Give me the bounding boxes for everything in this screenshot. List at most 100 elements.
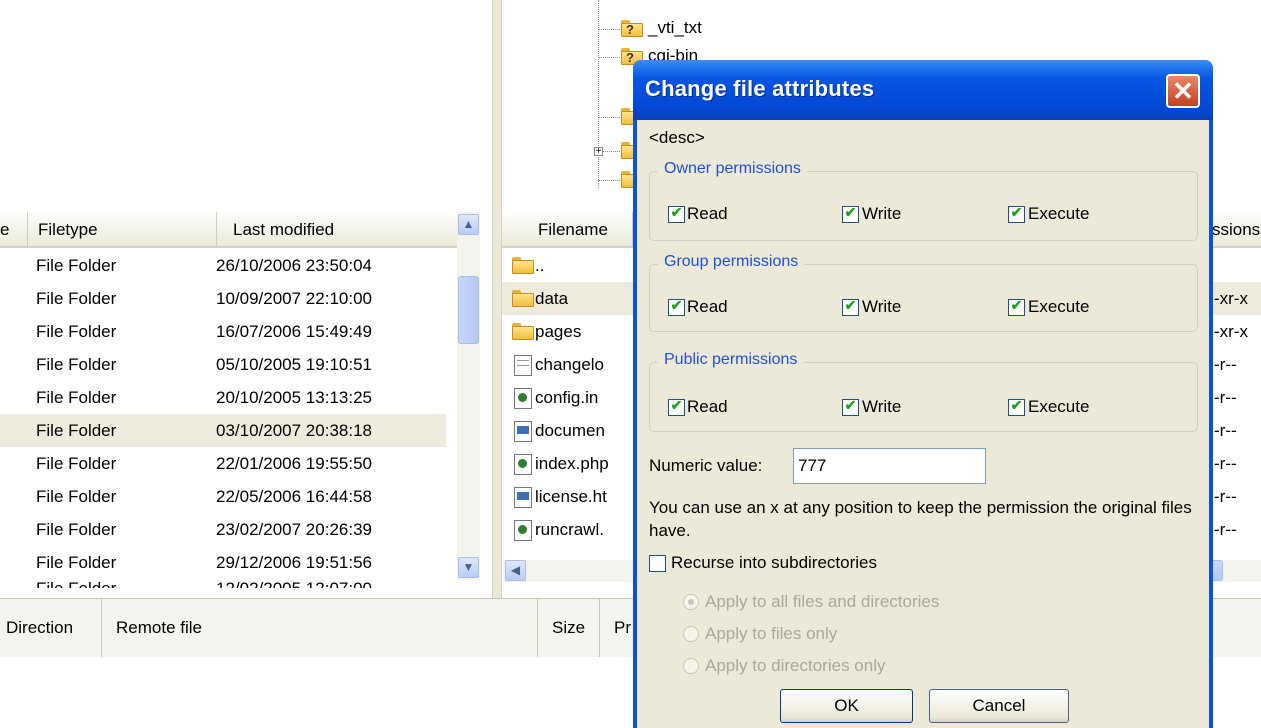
checkbox-label: Write <box>862 204 902 223</box>
permissions-cell: -xr-x <box>1214 289 1248 308</box>
modified-cell: 12/02/2005 12:07:00 <box>216 574 372 588</box>
check-icon: ✔ <box>844 397 857 413</box>
numeric-value-input[interactable]: 777 <box>793 448 986 484</box>
dialog-titlebar[interactable]: Change file attributes ✕ <box>633 60 1213 120</box>
column-header-filetype[interactable]: Filetype <box>28 212 217 246</box>
filetype-cell: File Folder <box>36 487 117 506</box>
column-header-direction[interactable]: Direction <box>0 599 102 657</box>
modified-cell: 22/05/2006 16:44:58 <box>216 487 372 506</box>
tree-line <box>598 29 620 30</box>
cancel-button[interactable]: Cancel <box>929 689 1069 723</box>
modified-cell: 03/10/2007 20:38:18 <box>216 421 372 440</box>
tree-item[interactable]: _vti_txt <box>648 18 702 38</box>
apply-files-radio[interactable] <box>683 626 699 642</box>
list-item[interactable]: File Folder 05/10/2005 19:10:51 <box>0 348 457 381</box>
list-item[interactable]: File Folder 16/07/2006 15:49:49 <box>0 315 457 348</box>
permissions-cell: -r-- <box>1214 487 1237 506</box>
modified-cell: 23/02/2007 20:26:39 <box>216 520 372 539</box>
dialog-title: Change file attributes <box>645 76 875 101</box>
pane-splitter[interactable] <box>492 0 502 598</box>
group-permissions-group: Group permissions ✔ Read ✔ Write ✔ Execu… <box>649 253 1198 332</box>
list-item[interactable]: File Folder 23/02/2007 20:26:39 <box>0 513 457 546</box>
filename-cell: .. <box>535 256 545 275</box>
group-label: Group permissions <box>658 253 805 271</box>
recurse-checkbox[interactable] <box>649 555 666 572</box>
column-header-permissions[interactable]: ssions <box>1206 212 1261 246</box>
filetype-cell: File Folder <box>36 355 117 374</box>
dialog-description: <desc> <box>649 128 705 147</box>
group-execute-checkbox[interactable]: ✔ <box>1008 297 1025 316</box>
permissions-cell: -r-- <box>1214 520 1237 539</box>
filename-cell: changelo <box>535 355 605 374</box>
apply-dirs-radio[interactable] <box>683 658 699 674</box>
permissions-cell: -r-- <box>1214 355 1237 374</box>
tree-line <box>598 117 620 118</box>
check-icon: ✔ <box>844 204 857 220</box>
filetype-cell: File Folder <box>36 574 116 588</box>
column-header-filename[interactable]: Filename <box>502 212 633 246</box>
filename-cell: data <box>535 289 569 308</box>
scroll-thumb[interactable] <box>458 276 479 344</box>
filetype-cell: File Folder <box>36 322 117 341</box>
tree-item[interactable]: cgi-bin <box>648 46 698 60</box>
checkbox-label: Execute <box>1028 204 1090 223</box>
public-write-checkbox[interactable]: ✔ <box>842 397 859 416</box>
checkbox-label: Execute <box>1028 297 1090 316</box>
checkbox-label: Write <box>862 397 902 416</box>
public-permissions-group: Public permissions ✔ Read ✔ Write ✔ Exec… <box>649 351 1198 432</box>
list-item[interactable]: File Folder 26/10/2006 23:50:04 <box>0 249 457 282</box>
check-icon: ✔ <box>670 297 683 313</box>
scroll-down-icon[interactable]: ▼ <box>458 557 479 578</box>
permissions-cell: -r-- <box>1214 388 1237 407</box>
php-file-icon <box>514 388 532 409</box>
column-header-size[interactable]: Size <box>538 599 600 657</box>
group-read-checkbox[interactable]: ✔ <box>668 297 685 316</box>
filetype-cell: File Folder <box>36 388 117 407</box>
change-attributes-dialog: Change file attributes ✕ <desc> Owner pe… <box>633 60 1213 728</box>
modified-cell: 16/07/2006 15:49:49 <box>216 322 372 341</box>
expand-icon[interactable]: + <box>594 147 603 157</box>
check-icon: ✔ <box>1010 204 1023 220</box>
modified-cell: 26/10/2006 23:50:04 <box>216 256 372 275</box>
scroll-left-icon[interactable]: ◀ <box>505 560 526 581</box>
list-item[interactable]: File Folder 22/05/2006 16:44:58 <box>0 480 457 513</box>
list-item[interactable]: File Folder 10/09/2007 22:10:00 <box>0 282 457 315</box>
public-read-checkbox[interactable]: ✔ <box>668 397 685 416</box>
column-header-last-modified[interactable]: Last modified <box>217 212 457 246</box>
tree-line <box>598 57 620 58</box>
owner-read-checkbox[interactable]: ✔ <box>668 204 685 223</box>
tree-line <box>603 151 620 152</box>
scroll-up-icon[interactable]: ▲ <box>458 214 479 235</box>
unknown-folder-icon: ? <box>621 20 643 37</box>
filename-cell: pages <box>535 322 582 341</box>
check-icon: ✔ <box>844 297 857 313</box>
group-write-checkbox[interactable]: ✔ <box>842 297 859 316</box>
check-icon: ✔ <box>670 204 683 220</box>
column-header-remote-file[interactable]: Remote file <box>102 599 538 657</box>
ok-button[interactable]: OK <box>780 689 913 723</box>
permissions-cell: -xr-x <box>1214 322 1248 341</box>
apply-all-radio[interactable] <box>683 594 699 610</box>
check-icon: ✔ <box>1010 397 1023 413</box>
folder-icon <box>512 257 534 274</box>
folder-icon <box>512 323 534 340</box>
owner-write-checkbox[interactable]: ✔ <box>842 204 859 223</box>
list-item[interactable]: File Folder 22/01/2006 19:55:50 <box>0 447 457 480</box>
radio-label: Apply to files only <box>705 624 838 643</box>
html-file-icon <box>514 487 532 508</box>
filetype-cell: File Folder <box>36 421 117 440</box>
tree-line <box>598 180 620 181</box>
public-execute-checkbox[interactable]: ✔ <box>1008 397 1025 416</box>
list-item[interactable]: File Folder 20/10/2005 13:13:25 <box>0 381 457 414</box>
close-icon[interactable]: ✕ <box>1166 74 1200 108</box>
checkbox-label: Write <box>862 297 902 316</box>
text-file-icon <box>514 355 532 376</box>
list-item-selected[interactable]: File Folder 03/10/2007 20:38:18 <box>0 414 446 447</box>
list-item[interactable]: File Folder 12/02/2005 12:07:00 <box>0 574 457 588</box>
filename-cell: index.php <box>535 454 609 473</box>
local-list-scrollbar[interactable]: ▲ ▼ <box>457 212 480 580</box>
owner-execute-checkbox[interactable]: ✔ <box>1008 204 1025 223</box>
permissions-cell: -r-- <box>1214 421 1237 440</box>
column-header-name[interactable]: e <box>0 212 28 246</box>
modified-cell: 10/09/2007 22:10:00 <box>216 289 372 308</box>
